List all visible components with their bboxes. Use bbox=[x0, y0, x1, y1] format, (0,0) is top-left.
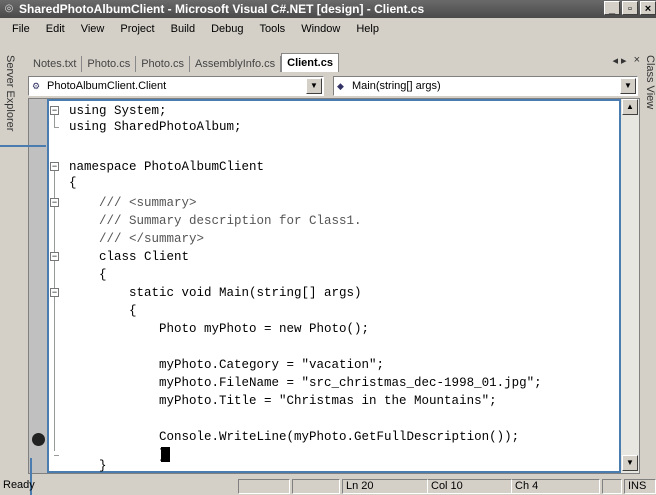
close-button[interactable]: × bbox=[640, 1, 656, 15]
menu-bar: File Edit View Project Build Debug Tools… bbox=[0, 19, 656, 38]
class-combo-value: PhotoAlbumClient.Client bbox=[47, 80, 167, 92]
code-editor-frame: − using System; using SharedPhotoAlbum; −… bbox=[28, 98, 640, 474]
callout-line bbox=[0, 145, 46, 147]
menu-help[interactable]: Help bbox=[348, 23, 387, 35]
breakpoint-icon[interactable] bbox=[32, 433, 45, 446]
collapse-icon[interactable]: − bbox=[50, 106, 59, 115]
code-line: /// Summary description for Class1. bbox=[69, 214, 362, 228]
code-line: myPhoto.Category = "vacation"; bbox=[69, 358, 385, 372]
tab-notes-txt[interactable]: Notes.txt bbox=[28, 56, 83, 72]
window-title: SharedPhotoAlbumClient - Microsoft Visua… bbox=[19, 2, 425, 16]
collapse-icon[interactable]: − bbox=[50, 252, 59, 261]
status-bar: Ready Ln 20 Col 10 Ch 4 INS bbox=[0, 478, 656, 495]
indicator-margin[interactable] bbox=[29, 99, 47, 473]
tab-assemblyinfo-cs[interactable]: AssemblyInfo.cs bbox=[190, 56, 282, 72]
status-insert-mode: INS bbox=[624, 479, 656, 494]
class-view-tab[interactable]: Class View bbox=[642, 55, 656, 115]
scroll-down-icon[interactable]: ▼ bbox=[622, 455, 638, 471]
menu-project[interactable]: Project bbox=[112, 23, 162, 35]
code-line: /// </summary> bbox=[69, 232, 205, 246]
code-line: { bbox=[69, 176, 77, 190]
code-line-current: } bbox=[49, 447, 619, 463]
tab-prev-icon[interactable]: ◂ bbox=[613, 54, 619, 67]
tab-photo-cs[interactable]: Photo.cs bbox=[82, 56, 137, 72]
app-icon: ◎ bbox=[4, 3, 14, 14]
code-line: − static void Main(string[] args) bbox=[50, 286, 362, 300]
menu-build[interactable]: Build bbox=[163, 23, 203, 35]
member-combo[interactable]: ◆ Main(string[] args) ▼ bbox=[333, 76, 638, 96]
text-cursor bbox=[161, 447, 170, 462]
window-controls: _ ▫ × bbox=[604, 1, 656, 15]
menu-file[interactable]: File bbox=[4, 23, 38, 35]
class-combo-dropdown-icon[interactable]: ▼ bbox=[306, 78, 322, 94]
menu-debug[interactable]: Debug bbox=[203, 23, 251, 35]
menu-window[interactable]: Window bbox=[293, 23, 348, 35]
code-navigation-bar: ⚙ PhotoAlbumClient.Client ▼ ◆ Main(strin… bbox=[28, 76, 638, 98]
tab-close-icon[interactable]: × bbox=[634, 54, 640, 67]
method-icon: ◆ bbox=[337, 81, 344, 91]
vertical-scrollbar[interactable]: ▲ ▼ bbox=[621, 99, 639, 473]
code-line: myPhoto.FileName = "src_christmas_dec-19… bbox=[69, 376, 542, 390]
code-line: − namespace PhotoAlbumClient bbox=[50, 160, 265, 174]
status-text: Ready bbox=[3, 479, 35, 491]
status-line: Ln 20 bbox=[342, 479, 428, 494]
tab-client-cs[interactable]: Client.cs bbox=[281, 53, 339, 72]
class-combo[interactable]: ⚙ PhotoAlbumClient.Client ▼ bbox=[28, 76, 324, 96]
member-combo-dropdown-icon[interactable]: ▼ bbox=[620, 78, 636, 94]
collapse-icon[interactable]: − bbox=[50, 198, 59, 207]
code-line: using SharedPhotoAlbum; bbox=[49, 119, 619, 135]
collapse-icon[interactable]: − bbox=[50, 288, 59, 297]
code-line: myPhoto.Title = "Christmas in the Mounta… bbox=[69, 394, 497, 408]
code-line: − /// <summary> bbox=[50, 196, 197, 210]
minimize-button[interactable]: _ bbox=[604, 1, 620, 15]
code-line: − class Client bbox=[50, 250, 190, 264]
maximize-button[interactable]: ▫ bbox=[622, 1, 638, 15]
status-col: Col 10 bbox=[428, 479, 512, 494]
document-tabs: Notes.txt Photo.cs Photo.cs AssemblyInfo… bbox=[28, 52, 640, 72]
collapse-icon[interactable]: − bbox=[50, 162, 59, 171]
menu-tools[interactable]: Tools bbox=[252, 23, 294, 35]
status-ch: Ch 4 bbox=[512, 479, 600, 494]
server-explorer-tab[interactable]: Server Explorer bbox=[2, 55, 16, 131]
code-line: } bbox=[69, 459, 107, 473]
class-icon: ⚙ bbox=[32, 81, 41, 91]
code-line: { bbox=[69, 268, 107, 282]
member-combo-value: Main(string[] args) bbox=[352, 80, 441, 92]
status-panel-empty bbox=[292, 479, 340, 494]
code-line: { bbox=[69, 304, 137, 318]
tab-navigation: ◂ ▸ × bbox=[613, 54, 641, 67]
menu-view[interactable]: View bbox=[73, 23, 113, 35]
menu-edit[interactable]: Edit bbox=[38, 23, 73, 35]
code-line: − using System; bbox=[50, 104, 167, 118]
tab-next-icon[interactable]: ▸ bbox=[621, 54, 627, 67]
code-line: Photo myPhoto = new Photo(); bbox=[69, 322, 370, 336]
title-bar: ◎ SharedPhotoAlbumClient - Microsoft Vis… bbox=[0, 0, 656, 18]
status-panel-empty bbox=[602, 479, 622, 494]
tab-photo-cs-2[interactable]: Photo.cs bbox=[136, 56, 191, 72]
scroll-up-icon[interactable]: ▲ bbox=[622, 99, 638, 115]
status-panel-empty bbox=[238, 479, 290, 494]
code-line: Console.WriteLine(myPhoto.GetFullDescrip… bbox=[69, 430, 520, 444]
code-editor[interactable]: − using System; using SharedPhotoAlbum; −… bbox=[47, 99, 621, 473]
